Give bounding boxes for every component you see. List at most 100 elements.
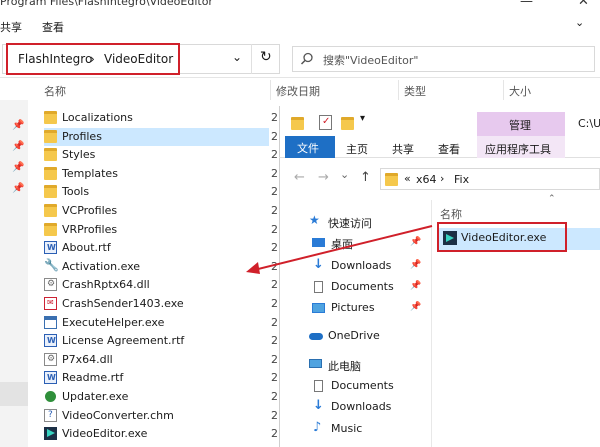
properties-icon[interactable]: ✓ — [319, 115, 332, 130]
tree-item[interactable]: ↓ Downloads — [300, 397, 420, 417]
column-divider — [503, 80, 504, 100]
file-row[interactable]: Tools — [44, 183, 269, 201]
path-overflow[interactable]: « — [404, 172, 411, 185]
file-name: VideoEditor.exe — [62, 427, 148, 441]
file-row[interactable]: ExecuteHelper.exe — [44, 314, 269, 332]
file-name: CrashRptx64.dll — [62, 278, 150, 292]
column-header-type[interactable]: 类型 — [404, 83, 426, 99]
tree-item[interactable]: Documents — [300, 277, 420, 297]
music-icon: ♪ — [313, 420, 322, 435]
file-date: 2 — [271, 390, 278, 403]
file-row[interactable]: W About.rtf — [44, 239, 269, 257]
folder-icon — [44, 204, 57, 217]
back-icon[interactable]: ← — [294, 170, 305, 185]
file-row[interactable]: VCProfiles — [44, 202, 269, 220]
inset-address-bar[interactable] — [380, 168, 600, 190]
file-row[interactable]: VideoEditor.exe — [44, 425, 269, 443]
file-date: 2 — [271, 408, 278, 422]
new-folder-icon[interactable] — [341, 117, 354, 130]
file-date: 2 — [271, 352, 278, 366]
path-crumb-x64[interactable]: x64 — [416, 173, 437, 186]
search-input[interactable]: 搜索"VideoEditor" — [323, 52, 419, 68]
minimize-button[interactable]: — — [520, 0, 533, 9]
file-row[interactable]: 🔧 Activation.exe — [44, 258, 269, 276]
refresh-button[interactable]: ↻ — [251, 44, 280, 74]
folder-icon — [44, 222, 57, 236]
computer-icon — [309, 359, 322, 371]
file-name: Readme.rtf — [62, 371, 124, 385]
file-date: 2 — [271, 427, 278, 441]
tree-item-label: Documents — [331, 280, 394, 293]
address-dropdown-icon[interactable]: ⌄ — [232, 50, 242, 64]
file-row[interactable]: Styles — [44, 146, 269, 164]
folder-icon — [44, 111, 57, 124]
file-row[interactable]: Localizations — [44, 109, 269, 127]
file-date: 2 — [271, 334, 278, 348]
tree-item[interactable]: 此电脑 — [297, 355, 417, 375]
tab-view[interactable]: 查看 — [438, 141, 460, 157]
file-row[interactable]: Profiles — [44, 127, 269, 146]
folder-icon — [44, 185, 57, 199]
column-header-name[interactable]: 名称 — [44, 83, 66, 99]
menu-share[interactable]: 共享 — [0, 19, 22, 35]
up-icon[interactable]: ↑ — [360, 170, 371, 185]
inset-file-label: VideoEditor.exe — [461, 231, 547, 244]
tab-home[interactable]: 主页 — [346, 141, 368, 157]
search-icon — [300, 52, 313, 65]
menu-view[interactable]: 查看 — [42, 19, 64, 35]
column-divider — [270, 80, 271, 100]
recent-locations-icon[interactable]: ⌄ — [340, 168, 349, 181]
refresh-icon: ↻ — [260, 49, 272, 65]
tree-item[interactable]: Documents — [300, 376, 420, 396]
file-name: License Agreement.rtf — [62, 334, 185, 348]
folder-icon — [44, 166, 57, 180]
inset-column-header-name[interactable]: 名称 — [440, 206, 462, 222]
tab-app-tools[interactable]: 应用程序工具 — [477, 136, 565, 158]
file-row[interactable]: ⚙ P7x64.dll — [44, 351, 269, 369]
breadcrumb-videoeditor[interactable]: VideoEditor — [104, 52, 173, 66]
close-button[interactable]: ✕ — [578, 0, 589, 9]
file-name: About.rtf — [62, 241, 111, 255]
file-row[interactable]: VRProfiles — [44, 221, 269, 239]
column-divider — [398, 80, 399, 100]
red-arrow-annotation — [246, 225, 433, 274]
file-row[interactable]: ⚙ CrashRptx64.dll — [44, 276, 269, 294]
manage-tab-header[interactable]: 管理 — [477, 112, 565, 136]
tab-share[interactable]: 共享 — [392, 141, 414, 157]
rtf-document-icon: W — [44, 334, 57, 348]
path-crumb-fix[interactable]: Fix — [454, 173, 469, 186]
customize-toolbar-icon[interactable]: ▾ — [360, 113, 365, 124]
file-row[interactable]: Updater.exe — [44, 388, 269, 406]
ribbon-expand-icon[interactable]: ⌄ — [575, 16, 584, 29]
sort-chevron-icon: ⌃ — [548, 194, 556, 204]
tab-file[interactable]: 文件 — [285, 136, 335, 158]
breadcrumb-separator: › — [90, 52, 95, 66]
file-name: VRProfiles — [62, 222, 118, 236]
file-row[interactable]: ✉ CrashSender1403.exe — [44, 295, 269, 313]
nav-selected-item[interactable] — [0, 382, 28, 406]
documents-icon — [312, 281, 325, 293]
file-name: P7x64.dll — [62, 352, 113, 366]
file-name: VideoConverter.chm — [62, 408, 174, 422]
file-name: Localizations — [62, 111, 133, 124]
file-date: 2 — [271, 185, 278, 199]
breadcrumb-flashintegro[interactable]: FlashIntegro — [18, 52, 92, 66]
folder-icon — [44, 148, 57, 162]
tree-item[interactable]: OneDrive — [297, 326, 417, 346]
column-header-modified[interactable]: 修改日期 — [276, 83, 320, 99]
forward-icon[interactable]: → — [318, 170, 329, 185]
file-date: 2 — [271, 371, 278, 385]
menu-bar — [0, 14, 600, 40]
file-row[interactable]: ? VideoConverter.chm — [44, 407, 269, 425]
tree-item[interactable]: Pictures — [300, 298, 420, 318]
column-header-size[interactable]: 大小 — [509, 83, 531, 99]
pin-icon[interactable]: 📌 — [410, 281, 421, 291]
file-date: 2 — [271, 111, 278, 124]
file-row[interactable]: W License Agreement.rtf — [44, 332, 269, 350]
tree-item[interactable]: ♪ Music — [300, 419, 420, 439]
file-row[interactable]: W Readme.rtf — [44, 369, 269, 387]
file-name: VCProfiles — [62, 204, 118, 217]
pin-icon[interactable]: 📌 — [410, 302, 421, 312]
folder-icon[interactable] — [291, 117, 304, 130]
file-row[interactable]: Templates — [44, 165, 269, 183]
